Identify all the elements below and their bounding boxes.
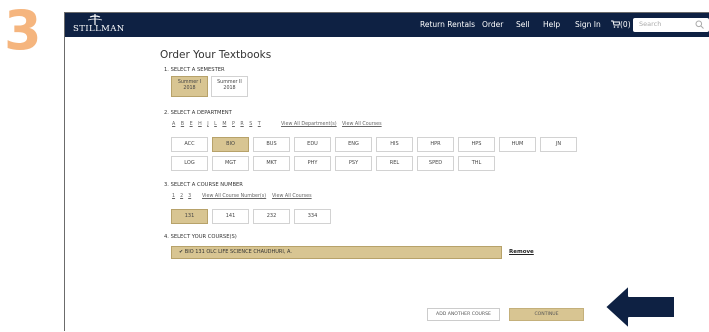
dept-thl-button[interactable]: THL [458, 156, 495, 171]
letter-link[interactable]: L [214, 122, 217, 127]
logo-text: STILLMAN [73, 24, 125, 34]
number-link[interactable]: 2 [180, 194, 183, 199]
course-number-filter: 123 [172, 194, 196, 199]
dept-jn-button[interactable]: JN [540, 137, 577, 152]
dept-edu-button[interactable]: EDU [294, 137, 331, 152]
view-all-courses-link[interactable]: View All Courses [342, 122, 382, 127]
letter-link[interactable]: B [181, 122, 184, 127]
letter-link[interactable]: H [198, 122, 202, 127]
course-334-button[interactable]: 334 [294, 209, 331, 224]
dept-eng-button[interactable]: ENG [335, 137, 372, 152]
dept-hum-button[interactable]: HUM [499, 137, 536, 152]
dept-log-button[interactable]: LOG [171, 156, 208, 171]
dept-bus-button[interactable]: BUS [253, 137, 290, 152]
semester-section-label: 1. SELECT A SEMESTER [164, 67, 225, 73]
letter-link[interactable]: A [172, 122, 175, 127]
dept-psy-button[interactable]: PSY [335, 156, 372, 171]
dept-rel-button[interactable]: REL [376, 156, 413, 171]
view-all-courses-link-2[interactable]: View All Courses [272, 194, 312, 199]
dept-sped-button[interactable]: SPED [417, 156, 454, 171]
letter-link[interactable]: J [207, 122, 208, 127]
search-input[interactable]: Search [633, 18, 709, 32]
checkmark-icon: ✔ [179, 249, 184, 255]
pointer-arrow-icon [604, 284, 676, 330]
add-another-course-button[interactable]: ADD ANOTHER COURSE [427, 308, 500, 321]
stillman-logo[interactable]: STILLMAN [71, 14, 124, 36]
selected-course-text: BIO 131 OLC LIFE SCIENCE CHAUDHURI, A. [184, 249, 292, 255]
nav-order[interactable]: Order [482, 13, 503, 37]
nav-sell[interactable]: Sell [516, 13, 530, 37]
number-link[interactable]: 1 [172, 194, 175, 199]
your-courses-section-label: 4. SELECT YOUR COURSE(S) [164, 234, 237, 240]
selected-course-row[interactable]: ✔ BIO 131 OLC LIFE SCIENCE CHAUDHURI, A. [171, 246, 502, 259]
semester-option-year: 2018 [223, 86, 236, 91]
nav-sign-in[interactable]: Sign In [575, 13, 601, 37]
letter-link[interactable]: S [249, 122, 252, 127]
top-navigation-bar: STILLMAN Return Rentals Order Sell Help … [65, 13, 709, 37]
number-link[interactable]: 3 [188, 194, 191, 199]
search-placeholder: Search [639, 20, 662, 28]
letter-link[interactable]: R [240, 122, 243, 127]
letter-link[interactable]: T [258, 122, 261, 127]
dept-mkt-button[interactable]: MKT [253, 156, 290, 171]
dept-phy-button[interactable]: PHY [294, 156, 331, 171]
department-letter-filter: A B EHJ LM PR S T [172, 122, 266, 127]
dept-his-button[interactable]: HIS [376, 137, 413, 152]
letter-link[interactable]: P [232, 122, 235, 127]
dept-hps-button[interactable]: HPS [458, 137, 495, 152]
course-141-button[interactable]: 141 [212, 209, 249, 224]
view-all-departments-link[interactable]: View All Department(s) [281, 122, 337, 127]
view-all-course-numbers-link[interactable]: View All Course Number(s) [202, 194, 266, 199]
continue-button[interactable]: CONTINUE [509, 308, 584, 321]
nav-help[interactable]: Help [543, 13, 560, 37]
dept-bio-button[interactable]: BIO [212, 137, 249, 152]
step-number: 3 [4, 0, 42, 62]
dept-acc-button[interactable]: ACC [171, 137, 208, 152]
course-232-button[interactable]: 232 [253, 209, 290, 224]
semester-summer-ii-button[interactable]: Summer II 2018 [211, 76, 248, 97]
semester-summer-i-button[interactable]: Summer I 2018 [171, 76, 208, 97]
course-number-section-label: 3. SELECT A COURSE NUMBER [164, 182, 243, 188]
letter-link[interactable]: E [190, 122, 193, 127]
cart-count: (0) [620, 20, 631, 29]
page-title: Order Your Textbooks [160, 49, 272, 61]
cart-button[interactable]: (0) [611, 13, 631, 37]
semester-option-year: 2018 [183, 86, 196, 91]
nav-return-rentals[interactable]: Return Rentals [420, 13, 475, 37]
dept-hpr-button[interactable]: HPR [417, 137, 454, 152]
search-icon[interactable] [695, 20, 704, 29]
dept-mgt-button[interactable]: MGT [212, 156, 249, 171]
cart-icon [611, 20, 621, 28]
remove-course-link[interactable]: Remove [509, 249, 534, 255]
course-131-button[interactable]: 131 [171, 209, 208, 224]
department-section-label: 2. SELECT A DEPARTMENT [164, 110, 232, 116]
letter-link[interactable]: M [222, 122, 226, 127]
